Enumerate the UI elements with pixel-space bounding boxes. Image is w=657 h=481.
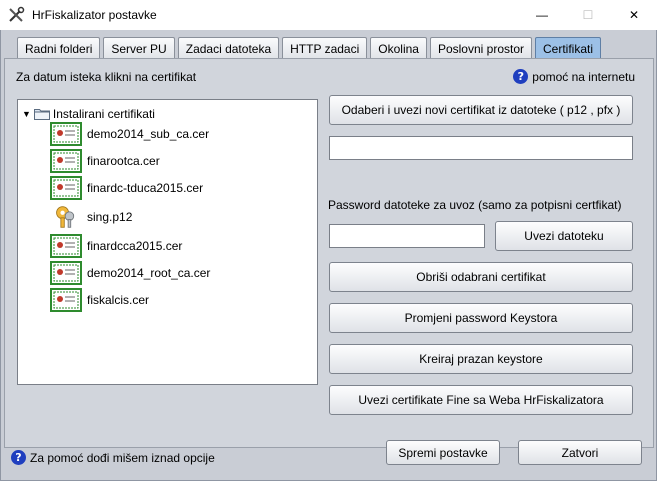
online-help-link[interactable]: ? pomoć na internetu bbox=[513, 69, 635, 84]
maximize-button[interactable]: ☐ bbox=[565, 0, 611, 30]
expand-arrow-icon[interactable]: ▼ bbox=[22, 109, 31, 119]
title-bar: HrFiskalizator postavke — ☐ ✕ bbox=[0, 0, 657, 30]
tab-zadaci-datoteka[interactable]: Zadaci datoteka bbox=[177, 37, 280, 59]
tree-item[interactable]: finarootca.cer bbox=[50, 148, 160, 174]
tree-root-node[interactable]: ▼ Instalirani certifikati bbox=[22, 107, 155, 121]
tree-item[interactable]: finardcca2015.cer bbox=[50, 233, 182, 259]
tree-item-label: finarootca.cer bbox=[87, 154, 160, 168]
folder-icon bbox=[33, 109, 50, 120]
tree-item-label: finardcca2015.cer bbox=[87, 239, 183, 253]
tab-http-zadaci[interactable]: HTTP zadaci bbox=[282, 37, 368, 59]
tree-root-label: Instalirani certifikati bbox=[52, 107, 155, 121]
password-input[interactable] bbox=[329, 224, 485, 248]
choose-certificate-file-button[interactable]: Odaberi i uvezi novi certifikat iz datot… bbox=[329, 95, 633, 125]
tab-certifikati[interactable]: Certifikati bbox=[535, 37, 602, 60]
tab-bar: Radni folderi Server PU Zadaci datoteka … bbox=[17, 37, 604, 60]
tree-item-label: demo2014_root_ca.cer bbox=[87, 266, 211, 280]
tab-okolina[interactable]: Okolina bbox=[370, 37, 427, 59]
keys-icon bbox=[56, 206, 75, 228]
certificates-panel: Za datum isteka klikni na certifikat ? p… bbox=[4, 58, 654, 448]
certificate-icon bbox=[50, 176, 82, 200]
tree-item-label: finardc-tducа2015.cer bbox=[87, 181, 204, 195]
certificate-icon bbox=[50, 234, 82, 258]
tree-item[interactable]: demo2014_root_ca.cer bbox=[50, 260, 210, 286]
tree-item[interactable]: sing.p12 bbox=[50, 204, 132, 230]
tab-poslovni-prostor[interactable]: Poslovni prostor bbox=[429, 37, 532, 59]
save-settings-button[interactable]: Spremi postavke bbox=[386, 440, 500, 465]
password-label: Password datoteke za uvoz (samo za potpi… bbox=[328, 198, 622, 212]
certificate-icon bbox=[50, 261, 82, 285]
tree-item-label: sing.p12 bbox=[87, 210, 133, 224]
file-path-input[interactable] bbox=[329, 136, 633, 160]
tree-item[interactable]: fiskalcis.cer bbox=[50, 287, 149, 313]
settings-window: Radni folderi Server PU Zadaci datoteka … bbox=[0, 30, 657, 481]
tree-item[interactable]: demo2014_sub_ca.cer bbox=[50, 121, 209, 147]
certificate-icon bbox=[50, 149, 82, 173]
minimize-button[interactable]: — bbox=[519, 0, 565, 30]
footer-hint-label: Za pomoć dođi mišem iznad opcije bbox=[30, 450, 215, 465]
tree-item-label: fiskalcis.cer bbox=[87, 293, 150, 307]
tab-server-pu[interactable]: Server PU bbox=[103, 37, 175, 59]
import-fina-certificates-button[interactable]: Uvezi certifikate Fine sa Weba HrFiskali… bbox=[329, 385, 633, 415]
tree-item-label: demo2014_sub_ca.cer bbox=[87, 127, 210, 141]
help-icon: ? bbox=[11, 450, 26, 465]
tools-icon bbox=[6, 5, 26, 25]
online-help-label: pomoć na internetu bbox=[532, 69, 635, 84]
delete-certificate-button[interactable]: Obriši odabrani certifikat bbox=[329, 262, 633, 292]
footer-hint: ? Za pomoć dođi mišem iznad opcije bbox=[11, 450, 215, 465]
close-window-button[interactable]: ✕ bbox=[611, 0, 657, 30]
window-title: HrFiskalizator postavke bbox=[32, 8, 157, 22]
tree-item[interactable]: finardc-tducа2015.cer bbox=[50, 175, 203, 201]
expiry-hint: Za datum isteka klikni na certifikat bbox=[16, 70, 197, 84]
close-button[interactable]: Zatvori bbox=[518, 440, 642, 465]
tab-radni-folderi[interactable]: Radni folderi bbox=[17, 37, 101, 59]
certificate-tree[interactable]: ▼ Instalirani certifikati demo2014_sub_c… bbox=[17, 99, 318, 385]
import-file-button[interactable]: Uvezi datoteku bbox=[495, 221, 633, 251]
create-empty-keystore-button[interactable]: Kreiraj prazan keystore bbox=[329, 344, 633, 374]
change-keystore-password-button[interactable]: Promjeni password Keystora bbox=[329, 303, 633, 333]
certificate-icon bbox=[50, 122, 82, 146]
help-icon: ? bbox=[513, 69, 529, 84]
certificate-icon bbox=[50, 288, 82, 312]
